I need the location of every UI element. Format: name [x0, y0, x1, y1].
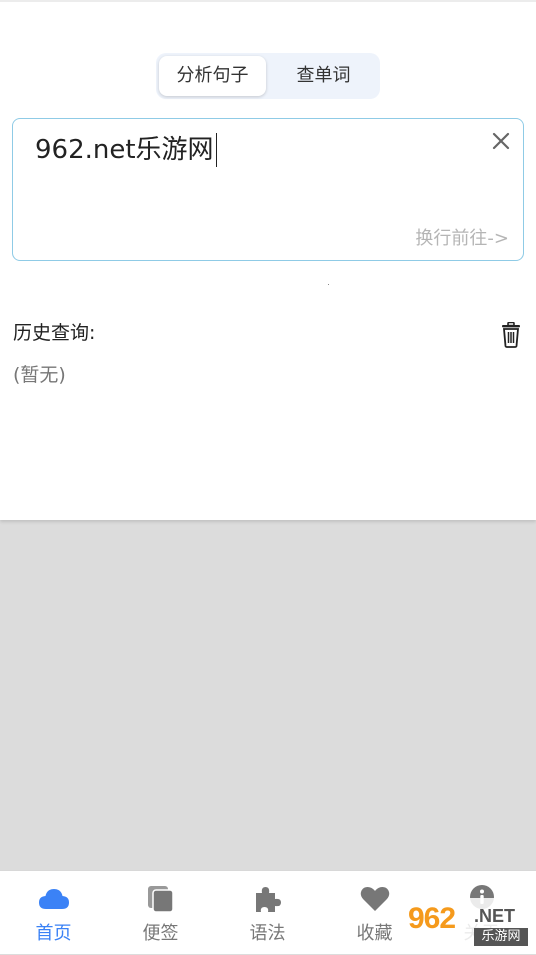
cloud-icon	[38, 889, 69, 909]
tab-lookup-word[interactable]: 查单词	[270, 56, 377, 96]
watermark-sub: 乐游网	[474, 928, 528, 946]
trash-icon[interactable]	[500, 322, 522, 348]
divider-dot	[328, 284, 329, 285]
tab-notes-label: 便签	[142, 923, 179, 944]
close-icon[interactable]	[489, 129, 513, 153]
tab-home[interactable]: 首页	[0, 871, 107, 955]
go-hint[interactable]: 换行前往->	[415, 224, 509, 250]
puzzle-icon	[255, 887, 281, 912]
tab-grammar-label: 语法	[249, 923, 286, 944]
history-empty-text: (暂无)	[13, 364, 66, 386]
notes-icon	[147, 886, 174, 913]
tab-analyze-sentence[interactable]: 分析句子	[159, 56, 266, 96]
tab-grammar[interactable]: 语法	[214, 871, 321, 955]
history-title: 历史查询:	[13, 322, 96, 344]
heart-icon	[360, 887, 389, 911]
sentence-input-value[interactable]: 962.net乐游网	[35, 133, 217, 167]
sentence-input[interactable]: 962.net乐游网 换行前往->	[12, 118, 524, 261]
tab-notes[interactable]: 便签	[107, 871, 214, 955]
mode-switch: 分析句子 查单词	[156, 53, 380, 99]
watermark-number: 962	[408, 902, 456, 935]
tab-home-label: 首页	[35, 923, 72, 944]
main-card: 分析句子 查单词 962.net乐游网 换行前往-> 历史查询: (暂无)	[0, 0, 536, 520]
top-edge	[0, 0, 536, 2]
watermark-net: .NET	[474, 906, 516, 926]
watermark-logo: 962 .NET 乐游网	[398, 898, 532, 950]
